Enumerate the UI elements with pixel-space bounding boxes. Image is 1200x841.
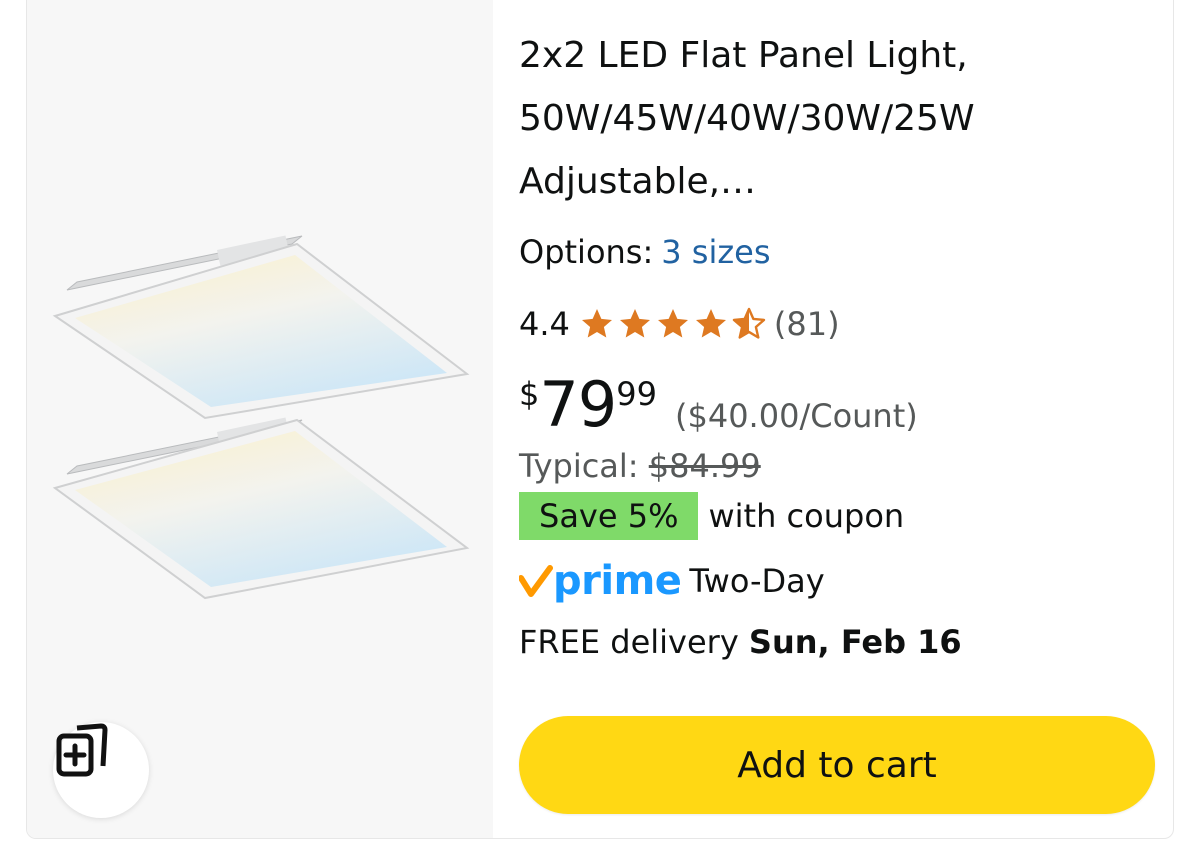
price-symbol: $ [519, 375, 540, 413]
rating-count: (81) [773, 305, 840, 343]
typical-price-row: Typical: $84.99 [519, 444, 761, 488]
coupon-badge[interactable]: Save 5% [519, 492, 699, 540]
price-whole: 79 [539, 368, 617, 441]
product-image[interactable] [27, 0, 493, 838]
options-label: Options: [519, 233, 654, 271]
prime-word: prime [553, 558, 682, 604]
delivery-info: FREE delivery Sun, Feb 16 [519, 620, 962, 664]
star-icon [657, 309, 688, 338]
options-row: Options: 3 sizes [519, 230, 771, 274]
typical-price: $84.99 [648, 447, 761, 485]
price-fraction: 99 [616, 375, 657, 413]
prime-speed: Two-Day [689, 562, 825, 600]
prime-row: prime Two-Day [519, 556, 825, 606]
prime-logo: prime [519, 556, 682, 606]
delivery-prefix: FREE delivery [519, 623, 739, 661]
add-to-cart-button[interactable]: Add to cart [519, 716, 1155, 814]
star-icon [619, 309, 650, 338]
rating-row[interactable]: 4.4 (81) [519, 302, 840, 346]
product-card[interactable]: 2x2 LED Flat Panel Light, 50W/45W/40W/30… [26, 0, 1174, 839]
star-icon [581, 309, 612, 338]
coupon-text: with coupon [708, 497, 905, 535]
product-title[interactable]: 2x2 LED Flat Panel Light, 50W/45W/40W/30… [519, 24, 1139, 213]
led-panel-image [52, 235, 470, 600]
typical-label: Typical: [519, 447, 639, 485]
price: $ 79 99 ($40.00/Count) [519, 366, 918, 444]
star-rating [578, 306, 768, 342]
prime-checkmark-icon [519, 565, 553, 597]
options-link[interactable]: 3 sizes [661, 233, 770, 271]
unit-price: ($40.00/Count) [674, 397, 918, 435]
half-star-icon [732, 307, 766, 339]
coupon-row[interactable]: Save 5% with coupon [519, 492, 904, 540]
rating-value: 4.4 [519, 305, 570, 343]
compare-button[interactable] [53, 722, 149, 818]
star-icon [695, 309, 726, 338]
delivery-date: Sun, Feb 16 [748, 623, 962, 661]
